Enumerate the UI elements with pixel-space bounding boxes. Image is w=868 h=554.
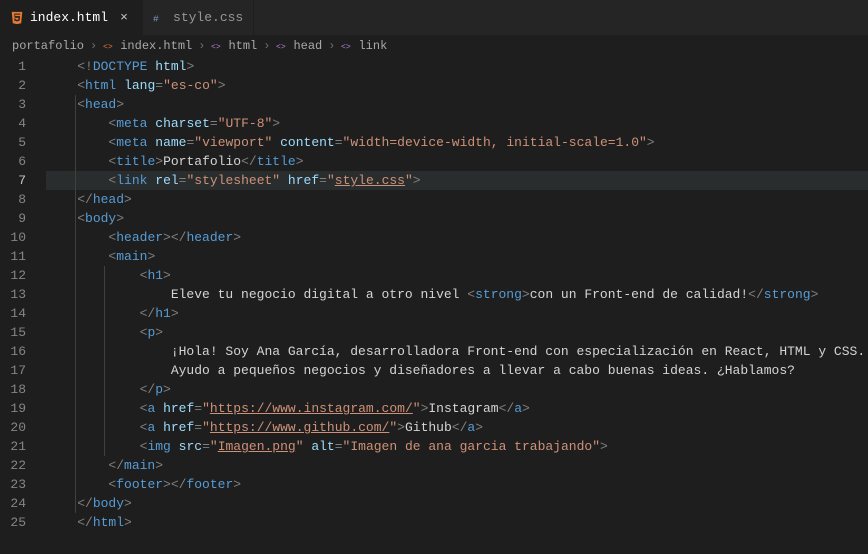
code-line[interactable]: </h1> [46,304,868,323]
line-number: 24 [0,494,26,513]
crumb-folder[interactable]: portafolio [12,39,84,53]
line-number: 21 [0,437,26,456]
line-number: 16 [0,342,26,361]
code-line[interactable]: <title>Portafolio</title> [46,152,868,171]
line-number-gutter: 1234567891011121314151617181920212223242… [0,57,42,554]
tab-style-css[interactable]: # style.css [143,0,254,35]
line-number: 5 [0,133,26,152]
chevron-right-icon: › [261,39,272,53]
symbol-icon: <> [211,40,224,53]
code-line[interactable]: Ayudo a pequeños negocios y diseñadores … [46,361,868,380]
chevron-right-icon: › [326,39,337,53]
crumb-file[interactable]: <> index.html [103,39,192,53]
svg-text:<>: <> [276,42,286,51]
code-line[interactable]: <a href="https://www.instagram.com/">Ins… [46,399,868,418]
code-line[interactable]: <h1> [46,266,868,285]
breadcrumb[interactable]: portafolio › <> index.html › <> html › <… [0,35,868,57]
chevron-right-icon: › [88,39,99,53]
html-file-icon [10,11,24,25]
code-line[interactable]: <meta charset="UTF-8"> [46,114,868,133]
line-number: 22 [0,456,26,475]
svg-text:#: # [153,13,159,24]
code-line[interactable]: <img src="Imagen.png" alt="Imagen de ana… [46,437,868,456]
line-number: 6 [0,152,26,171]
code-line[interactable]: </html> [46,513,868,532]
line-number: 14 [0,304,26,323]
code-line[interactable]: <link rel="stylesheet" href="style.css"> [46,171,868,190]
code-line[interactable]: <footer></footer> [46,475,868,494]
crumb-symbol-link[interactable]: <> link [341,39,387,53]
line-number: 2 [0,76,26,95]
line-number: 4 [0,114,26,133]
editor[interactable]: 1234567891011121314151617181920212223242… [0,57,868,554]
line-number: 20 [0,418,26,437]
code-line[interactable]: ¡Hola! Soy Ana García, desarrolladora Fr… [46,342,868,361]
symbol-icon: <> [341,40,354,53]
css-file-icon: # [153,11,167,25]
svg-text:<>: <> [341,42,351,51]
tab-index-html[interactable]: index.html × [0,0,143,35]
line-number: 9 [0,209,26,228]
close-icon[interactable]: × [116,10,132,25]
code-line[interactable]: <body> [46,209,868,228]
code-line[interactable]: <meta name="viewport" content="width=dev… [46,133,868,152]
chevron-right-icon: › [196,39,207,53]
line-number: 23 [0,475,26,494]
code-line[interactable]: <main> [46,247,868,266]
crumb-symbol-head[interactable]: <> head [276,39,322,53]
code-line[interactable]: <p> [46,323,868,342]
tab-label: style.css [173,10,243,25]
line-number: 1 [0,57,26,76]
tab-label: index.html [30,10,108,25]
code-line[interactable]: </body> [46,494,868,513]
line-number: 25 [0,513,26,532]
code-line[interactable]: <html lang="es-co"> [46,76,868,95]
line-number: 11 [0,247,26,266]
svg-text:<>: <> [103,42,113,51]
code-line[interactable]: <head> [46,95,868,114]
code-line[interactable]: </p> [46,380,868,399]
code-line[interactable]: <a href="https://www.github.com/">Github… [46,418,868,437]
line-number: 19 [0,399,26,418]
crumb-symbol-html[interactable]: <> html [211,39,257,53]
code-line[interactable]: Eleve tu negocio digital a otro nivel <s… [46,285,868,304]
line-number: 13 [0,285,26,304]
line-number: 10 [0,228,26,247]
line-number: 8 [0,190,26,209]
code-area[interactable]: <!DOCTYPE html> <html lang="es-co"> <hea… [42,57,868,554]
line-number: 17 [0,361,26,380]
line-number: 15 [0,323,26,342]
html-file-icon: <> [103,40,116,53]
line-number: 3 [0,95,26,114]
tab-bar: index.html × # style.css [0,0,868,35]
line-number: 18 [0,380,26,399]
code-line[interactable]: <!DOCTYPE html> [46,57,868,76]
code-line[interactable]: </head> [46,190,868,209]
line-number: 12 [0,266,26,285]
code-line[interactable]: <header></header> [46,228,868,247]
line-number: 7 [0,171,26,190]
svg-text:<>: <> [211,42,221,51]
code-line[interactable]: </main> [46,456,868,475]
symbol-icon: <> [276,40,289,53]
